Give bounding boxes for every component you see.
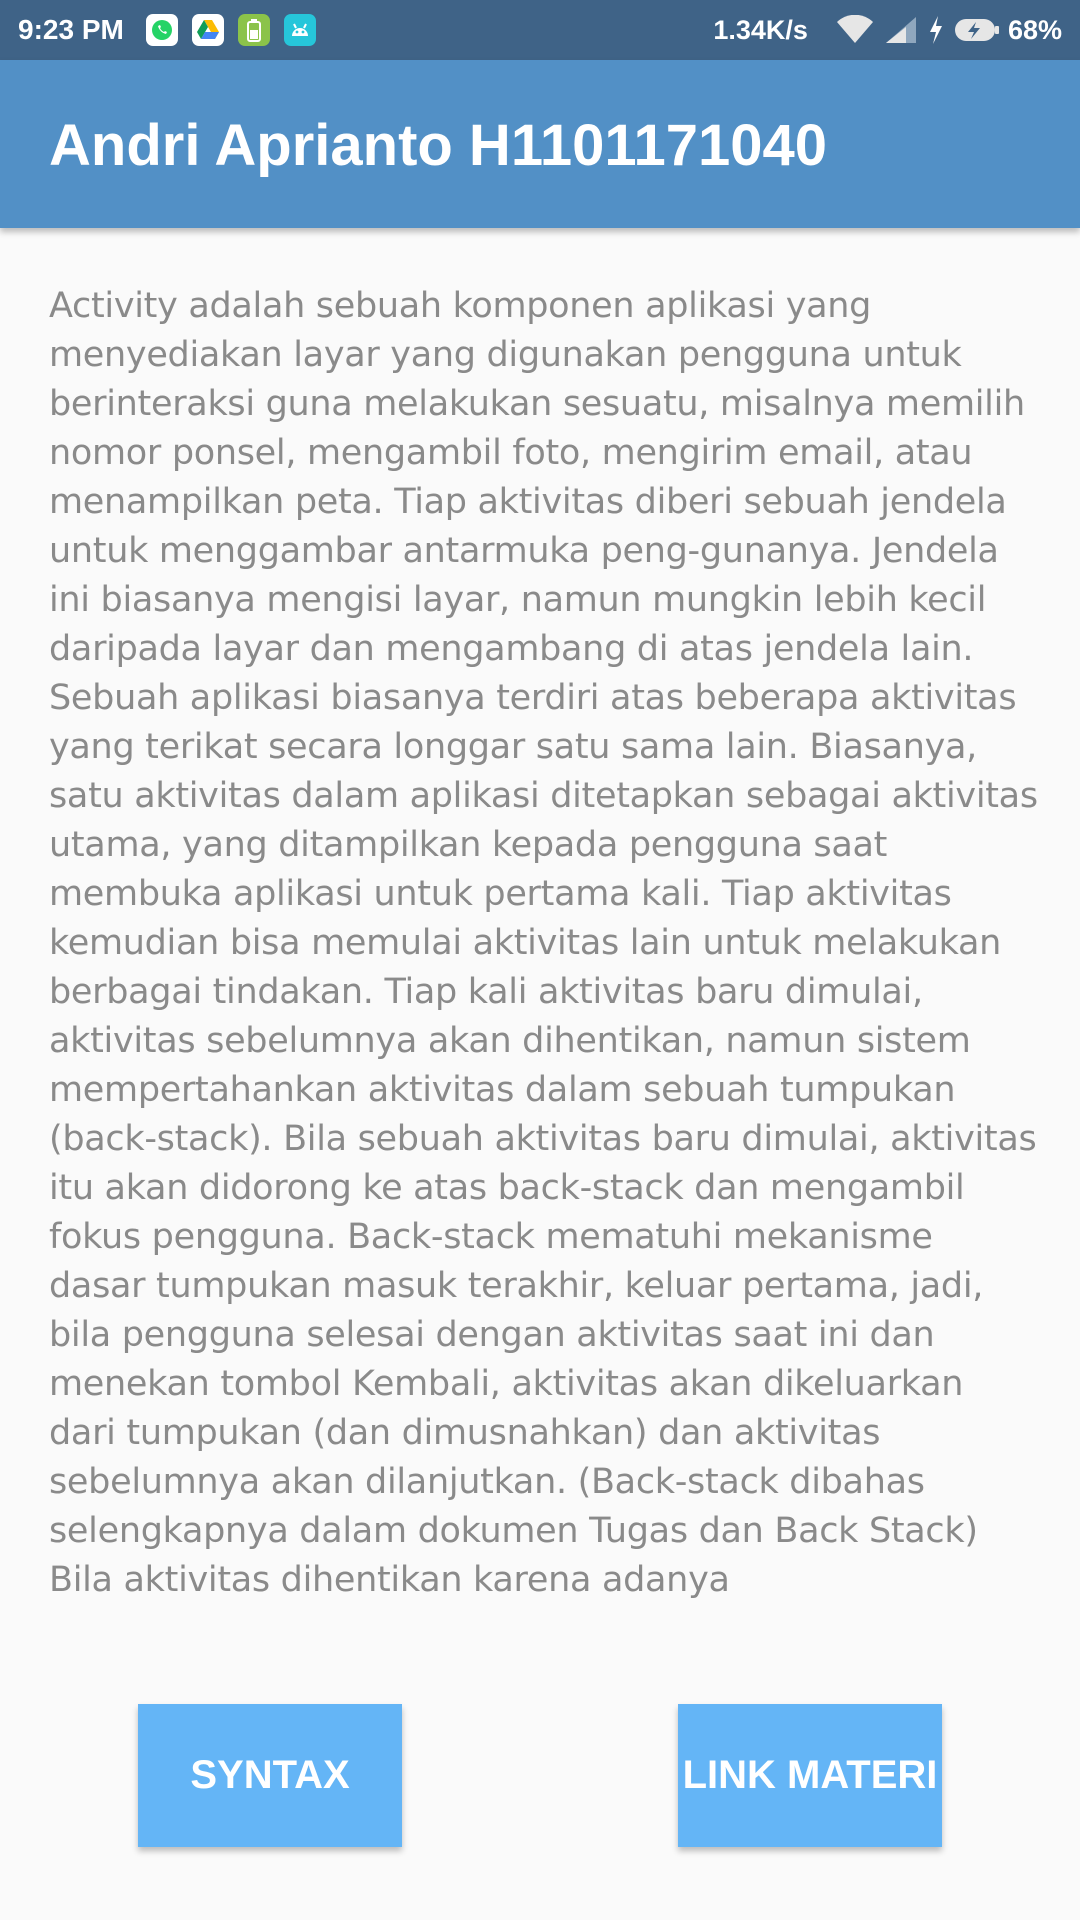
google-drive-icon — [191, 14, 224, 46]
status-time: 9:23 PM — [18, 14, 124, 45]
app-title: Andri Aprianto H1101171040 — [49, 113, 827, 178]
content-scroll-area[interactable]: Activity adalah sebuah komponen aplikasi… — [49, 282, 1039, 1622]
link-materi-button[interactable]: LINK MATERI — [678, 1704, 942, 1847]
cell-signal-icon — [884, 15, 918, 45]
status-bar: 9:23 PM 1.34K/s 68% — [0, 0, 1080, 60]
status-left: 9:23 PM — [18, 14, 330, 46]
status-right: 1.34K/s 68% — [713, 15, 1062, 46]
battery-percent: 68% — [1007, 14, 1062, 45]
syntax-button[interactable]: SYNTAX — [138, 1704, 402, 1847]
battery-app-icon — [237, 14, 270, 46]
screen: 9:23 PM 1.34K/s 68% Andri Aprianto H1101… — [0, 0, 1080, 1920]
whatsapp-icon — [145, 14, 178, 46]
app-bar: Andri Aprianto H1101171040 — [0, 60, 1080, 228]
wifi-icon — [836, 15, 874, 45]
charging-icon — [928, 15, 944, 45]
android-icon — [283, 14, 316, 46]
network-speed: 1.34K/s — [713, 14, 808, 45]
battery-icon — [954, 17, 1000, 43]
activity-description-text: Activity adalah sebuah komponen aplikasi… — [49, 286, 1038, 1600]
